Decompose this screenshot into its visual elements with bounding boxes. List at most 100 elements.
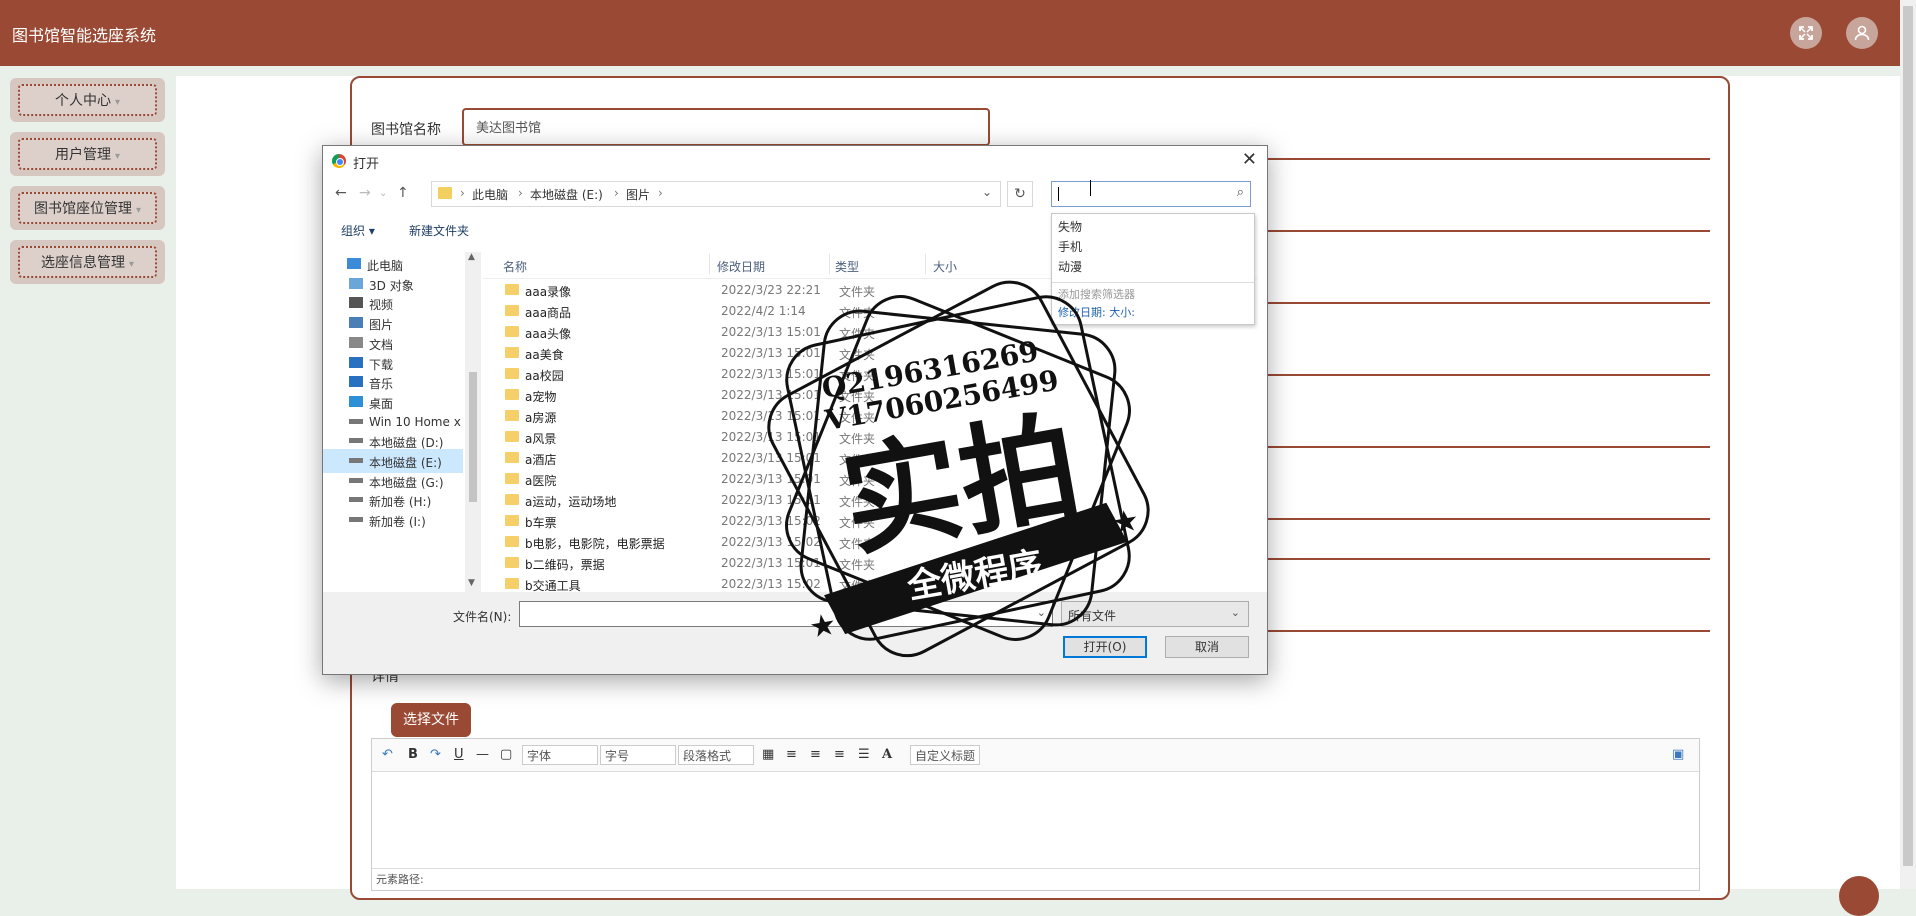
back-arrow-icon[interactable]: ←	[335, 185, 347, 201]
element-path: 元素路径:	[372, 868, 1699, 890]
page-scrollbar[interactable]	[1900, 0, 1916, 889]
paragraph-select[interactable]: 段落格式	[678, 745, 754, 765]
close-icon[interactable]: ✕	[1242, 149, 1257, 170]
filter-hint: 添加搜索筛选器	[1058, 288, 1135, 301]
breadcrumb-item[interactable]: 本地磁盘 (E:)	[530, 186, 603, 203]
list-item[interactable]: b电影，电影院，电影票据 2022/3/13 15:02 文件夹	[483, 532, 1243, 553]
suggestion-item[interactable]: 失物	[1058, 218, 1082, 235]
custom-title-select[interactable]: 自定义标题	[910, 745, 980, 765]
dialog-titlebar: 打开 ✕	[323, 146, 1267, 176]
list-item[interactable]: a酒店 2022/3/13 15:01 文件夹	[483, 448, 1243, 469]
list-item[interactable]: a医院 2022/3/13 15:01 文件夹	[483, 469, 1243, 490]
file-name-input[interactable]: ⌄	[519, 601, 1053, 627]
file-name: aa美食	[525, 348, 564, 362]
nav-item-label: Win 10 Home x	[369, 414, 461, 429]
sidebar-item-label: 图书馆座位管理	[33, 201, 132, 217]
suggestion-item[interactable]: 动漫	[1058, 258, 1082, 275]
file-date: 2022/3/13 15:01	[721, 388, 821, 402]
recent-chevron-icon[interactable]: ⌄	[379, 188, 387, 199]
breadcrumb-item[interactable]: 图片	[626, 186, 650, 203]
select-file-button[interactable]: 选择文件	[391, 703, 471, 737]
file-type: 文件夹	[839, 390, 876, 404]
list-item[interactable]: b车票 2022/3/13 15:02 文件夹	[483, 511, 1243, 532]
picture-icon	[349, 317, 363, 329]
chevron-down-icon[interactable]: ⌄	[1037, 606, 1046, 619]
underline-button[interactable]: U	[454, 745, 464, 765]
font-size-select[interactable]: 字号	[600, 745, 676, 765]
file-type: 文件夹	[839, 285, 876, 299]
desktop-icon	[349, 395, 363, 407]
bold-button[interactable]: B	[408, 745, 418, 765]
drive-icon	[349, 477, 363, 483]
breadcrumb-item[interactable]: 此电脑	[472, 186, 508, 203]
file-name: a宠物	[525, 390, 557, 404]
folder-icon	[505, 452, 519, 463]
suggestion-item[interactable]: 手机	[1058, 238, 1082, 255]
nav-item[interactable]: 新加卷 (I:)	[323, 508, 463, 532]
list-item[interactable]: b二维码，票据 2022/3/13 15:01 文件夹	[483, 553, 1243, 574]
open-button[interactable]: 打开(O)	[1063, 636, 1147, 658]
document-icon	[349, 336, 363, 348]
list-item[interactable]: aa校园 2022/3/13 15:01 文件夹	[483, 364, 1243, 385]
column-name[interactable]: 名称	[503, 258, 527, 275]
drive-icon	[349, 458, 363, 463]
up-arrow-icon[interactable]: ↑	[397, 185, 409, 201]
library-name-input[interactable]: 美达图书馆	[462, 108, 990, 146]
organize-menu[interactable]: 组织 ▾	[341, 222, 375, 239]
list-item[interactable]: aaa头像 2022/3/13 15:01 文件夹	[483, 322, 1243, 343]
justify-icon[interactable]: ☰	[858, 745, 870, 765]
file-date: 2022/3/13 15:01	[721, 409, 821, 423]
font-color-button[interactable]: A	[882, 745, 892, 765]
search-input[interactable]: ⌕	[1051, 181, 1251, 207]
list-item[interactable]: a运动，运动场地 2022/3/13 15:01 文件夹	[483, 490, 1243, 511]
align-center-icon[interactable]: ≡	[810, 745, 821, 765]
column-type[interactable]: 类型	[835, 258, 859, 275]
horizontal-rule-icon[interactable]: —	[476, 745, 489, 765]
chevron-down-icon[interactable]: ⌄	[982, 185, 992, 199]
eraser-icon[interactable]: ▢	[500, 745, 512, 765]
nav-scrollbar[interactable]: ▲ ▼	[465, 252, 481, 592]
file-name: b车票	[525, 516, 557, 530]
cancel-button[interactable]: 取消	[1165, 636, 1249, 658]
floating-action-button[interactable]	[1839, 876, 1879, 916]
sidebar-item-selection-info[interactable]: 选座信息管理 ▾	[10, 240, 165, 284]
file-date: 2022/3/13 15:02	[721, 535, 821, 549]
file-name: a酒店	[525, 453, 557, 467]
file-name: a房源	[525, 411, 557, 425]
user-button[interactable]	[1846, 17, 1878, 49]
expand-icon	[1799, 26, 1813, 40]
sidebar-item-seat-management[interactable]: 图书馆座位管理 ▾	[10, 186, 165, 230]
fullscreen-icon[interactable]: ▣	[1672, 745, 1684, 765]
align-right-icon[interactable]: ≡	[834, 745, 845, 765]
font-family-select[interactable]: 字体	[522, 745, 598, 765]
video-icon	[349, 297, 363, 309]
align-left-icon[interactable]: ≡	[786, 745, 797, 765]
folder-icon	[505, 536, 519, 547]
file-type-select[interactable]: 所有文件 ⌄	[1061, 601, 1249, 627]
column-size[interactable]: 大小	[933, 258, 957, 275]
list-item[interactable]: a风景 2022/3/13 15:01 文件夹	[483, 427, 1243, 448]
sidebar-item-personal-center[interactable]: 个人中心 ▾	[10, 78, 165, 122]
undo-icon[interactable]: ↶	[382, 745, 393, 765]
sidebar-item-user-management[interactable]: 用户管理 ▾	[10, 132, 165, 176]
address-bar[interactable]: › 此电脑 › 本地磁盘 (E:) › 图片 › ⌄	[431, 181, 1001, 207]
filter-links[interactable]: 修改日期: 大小:	[1058, 304, 1135, 320]
file-type: 文件夹	[839, 495, 876, 509]
fullscreen-button[interactable]	[1790, 17, 1822, 49]
file-date: 2022/3/13 15:01	[721, 451, 821, 465]
file-type-value: 所有文件	[1068, 609, 1117, 623]
new-folder-button[interactable]: 新建文件夹	[409, 222, 469, 239]
list-item[interactable]: a房源 2022/3/13 15:01 文件夹	[483, 406, 1243, 427]
list-item[interactable]: b交通工具 2022/3/13 15:02 文件夹	[483, 574, 1243, 592]
column-date[interactable]: 修改日期	[717, 258, 765, 275]
redo-icon[interactable]: ↷	[430, 745, 441, 765]
table-icon[interactable]: ▦	[762, 745, 774, 765]
forward-arrow-icon[interactable]: →	[359, 185, 371, 201]
drive-icon	[349, 497, 363, 503]
list-item[interactable]: aa美食 2022/3/13 15:01 文件夹	[483, 343, 1243, 364]
refresh-icon[interactable]: ↻	[1007, 181, 1033, 207]
list-item[interactable]: a宠物 2022/3/13 15:01 文件夹	[483, 385, 1243, 406]
computer-icon	[347, 258, 361, 269]
folder-icon	[505, 578, 519, 589]
file-name-label: 文件名(N):	[453, 610, 512, 624]
